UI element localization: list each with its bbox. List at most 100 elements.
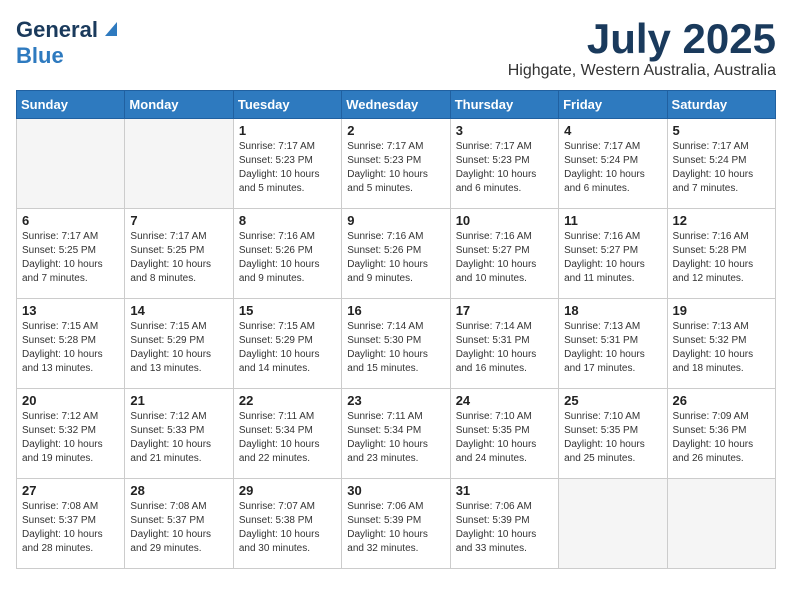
calendar-cell: 16Sunrise: 7:14 AMSunset: 5:30 PMDayligh… <box>342 299 450 389</box>
cell-info: Sunrise: 7:16 AMSunset: 5:26 PMDaylight:… <box>347 230 444 286</box>
calendar-cell: 18 Sunrise: 7:13 AMSunset: 5:31 PMDayligh… <box>559 299 667 389</box>
calendar-cell: 22Sunrise: 7:11 AMSunset: 5:34 PMDayligh… <box>233 389 341 479</box>
calendar-cell: 28Sunrise: 7:08 AMSunset: 5:37 PMDayligh… <box>125 479 233 569</box>
day-number: 31 <box>456 483 553 498</box>
calendar-week-row: 13 Sunrise: 7:15 AMSunset: 5:28 PMDayligh… <box>17 299 776 389</box>
weekday-header-cell: Friday <box>559 91 667 119</box>
day-number: 14 <box>130 303 227 318</box>
day-number: 2 <box>347 123 444 138</box>
cell-info: Sunrise: 7:17 AMSunset: 5:24 PMDaylight:… <box>564 140 661 196</box>
calendar-cell: 14 Sunrise: 7:15 AMSunset: 5:29 PMDayligh… <box>125 299 233 389</box>
day-number: 9 <box>347 213 444 228</box>
calendar-cell: 17 Sunrise: 7:14 AMSunset: 5:31 PMDayligh… <box>450 299 558 389</box>
day-number: 3 <box>456 123 553 138</box>
weekday-header-row: SundayMondayTuesdayWednesdayThursdayFrid… <box>17 91 776 119</box>
day-number: 23 <box>347 393 444 408</box>
calendar-cell: 24 Sunrise: 7:10 AMSunset: 5:35 PMDayligh… <box>450 389 558 479</box>
calendar-cell <box>559 479 667 569</box>
day-number: 27 <box>22 483 119 498</box>
cell-info: Sunrise: 7:09 AMSunset: 5:36 PMDaylight:… <box>673 410 770 466</box>
day-number: 30 <box>347 483 444 498</box>
cell-info: Sunrise: 7:06 AMSunset: 5:39 PMDaylight:… <box>347 500 444 556</box>
cell-info: Sunrise: 7:11 AMSunset: 5:34 PMDaylight:… <box>347 410 444 466</box>
cell-info: Sunrise: 7:16 AMSunset: 5:26 PMDaylight:… <box>239 230 336 286</box>
calendar-cell: 29 Sunrise: 7:07 AMSunset: 5:38 PMDayligh… <box>233 479 341 569</box>
calendar-cell <box>125 119 233 209</box>
day-number: 28 <box>130 483 227 498</box>
calendar-cell: 7 Sunrise: 7:17 AMSunset: 5:25 PMDaylight… <box>125 209 233 299</box>
day-number: 18 <box>564 303 661 318</box>
weekday-header-cell: Monday <box>125 91 233 119</box>
calendar-cell: 25 Sunrise: 7:10 AMSunset: 5:35 PMDayligh… <box>559 389 667 479</box>
cell-info: Sunrise: 7:17 AMSunset: 5:23 PMDaylight:… <box>239 140 336 196</box>
calendar-cell: 10Sunrise: 7:16 AMSunset: 5:27 PMDayligh… <box>450 209 558 299</box>
calendar-cell: 19 Sunrise: 7:13 AMSunset: 5:32 PMDayligh… <box>667 299 775 389</box>
calendar-cell: 27 Sunrise: 7:08 AMSunset: 5:37 PMDayligh… <box>17 479 125 569</box>
day-number: 7 <box>130 213 227 228</box>
cell-info: Sunrise: 7:14 AMSunset: 5:31 PMDaylight:… <box>456 320 553 376</box>
calendar-week-row: 6 Sunrise: 7:17 AMSunset: 5:25 PMDaylight… <box>17 209 776 299</box>
logo-general: General <box>16 17 98 43</box>
day-number: 26 <box>673 393 770 408</box>
weekday-header-cell: Sunday <box>17 91 125 119</box>
logo-icon <box>101 18 121 38</box>
day-number: 20 <box>22 393 119 408</box>
calendar-cell: 5Sunrise: 7:17 AMSunset: 5:24 PMDaylight… <box>667 119 775 209</box>
calendar-cell: 6Sunrise: 7:17 AMSunset: 5:25 PMDaylight… <box>17 209 125 299</box>
day-number: 17 <box>456 303 553 318</box>
cell-info: Sunrise: 7:17 AMSunset: 5:23 PMDaylight:… <box>347 140 444 196</box>
calendar-cell: 30 Sunrise: 7:06 AMSunset: 5:39 PMDayligh… <box>342 479 450 569</box>
calendar-cell: 31 Sunrise: 7:06 AMSunset: 5:39 PMDayligh… <box>450 479 558 569</box>
cell-info: Sunrise: 7:10 AMSunset: 5:35 PMDaylight:… <box>564 410 661 466</box>
calendar-cell: 23 Sunrise: 7:11 AMSunset: 5:34 PMDayligh… <box>342 389 450 479</box>
calendar-cell: 15Sunrise: 7:15 AMSunset: 5:29 PMDayligh… <box>233 299 341 389</box>
calendar-cell: 8 Sunrise: 7:16 AMSunset: 5:26 PMDaylight… <box>233 209 341 299</box>
calendar-week-row: 27 Sunrise: 7:08 AMSunset: 5:37 PMDayligh… <box>17 479 776 569</box>
day-number: 10 <box>456 213 553 228</box>
day-number: 5 <box>673 123 770 138</box>
day-number: 4 <box>564 123 661 138</box>
cell-info: Sunrise: 7:13 AMSunset: 5:31 PMDaylight:… <box>564 320 661 376</box>
cell-info: Sunrise: 7:16 AMSunset: 5:28 PMDaylight:… <box>673 230 770 286</box>
weekday-header-cell: Thursday <box>450 91 558 119</box>
cell-info: Sunrise: 7:17 AMSunset: 5:25 PMDaylight:… <box>130 230 227 286</box>
calendar-cell: 26 Sunrise: 7:09 AMSunset: 5:36 PMDayligh… <box>667 389 775 479</box>
day-number: 29 <box>239 483 336 498</box>
title-area: July 2025 Highgate, Western Australia, A… <box>508 16 776 80</box>
cell-info: Sunrise: 7:13 AMSunset: 5:32 PMDaylight:… <box>673 320 770 376</box>
cell-info: Sunrise: 7:12 AMSunset: 5:33 PMDaylight:… <box>130 410 227 466</box>
calendar-cell: 3 Sunrise: 7:17 AMSunset: 5:23 PMDaylight… <box>450 119 558 209</box>
day-number: 6 <box>22 213 119 228</box>
calendar-cell: 1 Sunrise: 7:17 AMSunset: 5:23 PMDaylight… <box>233 119 341 209</box>
cell-info: Sunrise: 7:07 AMSunset: 5:38 PMDaylight:… <box>239 500 336 556</box>
day-number: 13 <box>22 303 119 318</box>
day-number: 11 <box>564 213 661 228</box>
day-number: 1 <box>239 123 336 138</box>
calendar-cell: 12 Sunrise: 7:16 AMSunset: 5:28 PMDayligh… <box>667 209 775 299</box>
cell-info: Sunrise: 7:10 AMSunset: 5:35 PMDaylight:… <box>456 410 553 466</box>
cell-info: Sunrise: 7:11 AMSunset: 5:34 PMDaylight:… <box>239 410 336 466</box>
cell-info: Sunrise: 7:16 AMSunset: 5:27 PMDaylight:… <box>564 230 661 286</box>
weekday-header-cell: Wednesday <box>342 91 450 119</box>
location-title: Highgate, Western Australia, Australia <box>508 62 776 80</box>
cell-info: Sunrise: 7:15 AMSunset: 5:29 PMDaylight:… <box>239 320 336 376</box>
day-number: 25 <box>564 393 661 408</box>
calendar-table: SundayMondayTuesdayWednesdayThursdayFrid… <box>16 90 776 569</box>
cell-info: Sunrise: 7:15 AMSunset: 5:28 PMDaylight:… <box>22 320 119 376</box>
cell-info: Sunrise: 7:08 AMSunset: 5:37 PMDaylight:… <box>22 500 119 556</box>
cell-info: Sunrise: 7:15 AMSunset: 5:29 PMDaylight:… <box>130 320 227 376</box>
cell-info: Sunrise: 7:17 AMSunset: 5:23 PMDaylight:… <box>456 140 553 196</box>
calendar-cell <box>667 479 775 569</box>
cell-info: Sunrise: 7:12 AMSunset: 5:32 PMDaylight:… <box>22 410 119 466</box>
day-number: 19 <box>673 303 770 318</box>
cell-info: Sunrise: 7:14 AMSunset: 5:30 PMDaylight:… <box>347 320 444 376</box>
day-number: 12 <box>673 213 770 228</box>
weekday-header-cell: Saturday <box>667 91 775 119</box>
day-number: 8 <box>239 213 336 228</box>
calendar-cell: 11 Sunrise: 7:16 AMSunset: 5:27 PMDayligh… <box>559 209 667 299</box>
cell-info: Sunrise: 7:06 AMSunset: 5:39 PMDaylight:… <box>456 500 553 556</box>
month-title: July 2025 <box>508 16 776 62</box>
day-number: 24 <box>456 393 553 408</box>
logo-blue: Blue <box>16 43 64 68</box>
calendar-cell: 21Sunrise: 7:12 AMSunset: 5:33 PMDayligh… <box>125 389 233 479</box>
